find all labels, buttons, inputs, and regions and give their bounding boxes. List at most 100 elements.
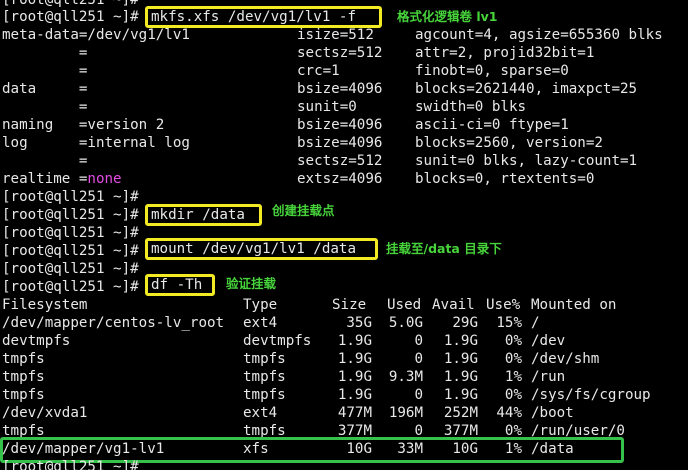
df-used: 0 (414, 387, 423, 403)
df-filesystem: /dev/xvda1 (2, 405, 88, 421)
df-row: devtmpfs devtmpfs 1.9G 0 1.9G 0% /dev (2, 332, 565, 350)
mkfs-param: isize=512 (297, 27, 374, 43)
df-type: ext4 (243, 315, 278, 331)
df-header-usepct: Use% (486, 297, 521, 313)
mkfs-value: blocks=2560, version=2 (415, 135, 603, 151)
mkfs-value: agcount=4, agsize=655360 blks (415, 27, 663, 43)
df-filesystem: tmpfs (2, 369, 45, 385)
df-type: xfs (243, 441, 269, 457)
mkfs-output-line: = crc=1 finobt=0, sparse=0 (2, 62, 569, 80)
df-header-avail: Avail (432, 297, 475, 313)
df-filesystem: tmpfs (2, 351, 45, 367)
prompt: [root@qll251 ~]# (2, 279, 139, 295)
df-mounted-on: /run (531, 369, 566, 385)
terminal-line: [root@qll251 ~]# (2, 278, 139, 296)
df-size: 477M (337, 405, 372, 421)
df-row: tmpfs tmpfs 1.9G 0 1.9G 0% /sys/fs/cgrou… (2, 386, 651, 404)
mkfs-param: bsize=4096 (297, 117, 383, 133)
df-usepct: 44% (496, 405, 522, 421)
mkfs-section: = (2, 45, 88, 61)
df-mounted-on: /sys/fs/cgroup (531, 387, 651, 403)
terminal-line: [root@qll251 ~]# (2, 224, 139, 242)
df-avail: 29G (452, 315, 478, 331)
df-row: tmpfs tmpfs 1.9G 0 1.9G 0% /dev/shm (2, 350, 599, 368)
df-filesystem: tmpfs (2, 387, 45, 403)
mkfs-param: crc=1 (297, 63, 340, 79)
df-used: 5.0G (388, 315, 423, 331)
df-usepct: 15% (496, 315, 522, 331)
prompt: [root@qll251 ~]# (2, 225, 139, 241)
annotation-create-mountpoint: 创建挂载点 (272, 203, 335, 218)
df-type: tmpfs (243, 351, 286, 367)
prompt: [root@qll251 ~]# (2, 459, 139, 470)
mkfs-section: = (2, 153, 88, 169)
terminal-line: [root@qll251 ~]# (2, 260, 139, 278)
terminal-line: [root@qll251 ~]# (2, 188, 139, 206)
df-mounted-on: /dev/shm (531, 351, 600, 367)
df-filesystem: /dev/mapper/vg1-lv1 (2, 441, 165, 457)
df-type: tmpfs (243, 369, 286, 385)
mkfs-param: sectsz=512 (297, 153, 383, 169)
df-row-highlighted: /dev/mapper/vg1-lv1 xfs 10G 33M 10G 1% /… (2, 440, 574, 458)
df-used: 0 (414, 333, 423, 349)
df-avail: 1.9G (443, 387, 478, 403)
mkfs-output-line: naming =version 2 bsize=4096 ascii-ci=0 … (2, 116, 569, 134)
mkfs-param: sunit=0 (297, 99, 357, 115)
mkfs-section: meta-data=/dev/vg1/lv1 (2, 27, 190, 43)
annotation-verify-mount: 验证挂载 (226, 276, 277, 291)
mkfs-section: = (2, 63, 88, 79)
mkfs-output-line: meta-data=/dev/vg1/lv1 isize=512 agcount… (2, 26, 663, 44)
terminal-window[interactable]: [root@qll251 ~]# [root@qll251 ~]# mkfs.x… (0, 0, 688, 470)
df-avail: 1.9G (443, 369, 478, 385)
mkfs-section: = (2, 99, 88, 115)
df-usepct: 1% (504, 441, 522, 457)
df-header: Filesystem Type Size Used Avail Use% Mou… (2, 296, 616, 314)
terminal-line: [root@qll251 ~]# (2, 8, 139, 26)
df-header-type: Type (243, 297, 278, 313)
df-mounted-on: /data (531, 441, 574, 457)
mkfs-section: naming =version 2 (2, 117, 165, 133)
terminal-line: [root@qll251 ~]# (2, 242, 139, 260)
mkfs-section-label: realtime = (2, 171, 88, 187)
mkfs-value: finobt=0, sparse=0 (415, 63, 569, 79)
df-header-filesystem: Filesystem (2, 297, 88, 313)
df-filesystem: devtmpfs (2, 333, 71, 349)
mkfs-output-line: log =internal log bsize=4096 blocks=2560… (2, 134, 603, 152)
df-size: 10G (346, 441, 372, 457)
mkfs-param: extsz=4096 (297, 171, 383, 187)
df-used: 9.3M (388, 369, 423, 385)
df-type: devtmpfs (243, 333, 312, 349)
mkfs-value: blocks=2621440, imaxpct=25 (415, 81, 638, 97)
mkfs-output-line: data = bsize=4096 blocks=2621440, imaxpc… (2, 80, 637, 98)
command-mkfs: mkfs.xfs /dev/vg1/lv1 -f (145, 6, 382, 28)
mkfs-output-line: = sunit=0 swidth=0 blks (2, 98, 526, 116)
df-avail: 252M (443, 405, 478, 421)
prompt: [root@qll251 ~]# (2, 243, 139, 259)
df-size: 1.9G (337, 387, 372, 403)
mkfs-output-line: realtime =none extsz=4096 blocks=0, rtex… (2, 170, 594, 188)
prompt: [root@qll251 ~]# (2, 9, 139, 25)
df-header-mounted-on: Mounted on (531, 297, 617, 313)
df-usepct: 0% (504, 387, 522, 403)
command-df: df -Th (145, 274, 215, 296)
mkfs-param: sectsz=512 (297, 45, 383, 61)
df-mounted-on: /boot (531, 405, 574, 421)
prompt: [root@qll251 ~]# (2, 189, 139, 205)
terminal-line: [root@qll251 ~]# (2, 206, 139, 224)
df-avail: 10G (452, 441, 478, 457)
df-header-used: Used (387, 297, 422, 313)
mkfs-section: log =internal log (2, 135, 190, 151)
df-row: /dev/mapper/centos-lv_root ext4 35G 5.0G… (2, 314, 540, 332)
mkfs-value: blocks=0, rtextents=0 (415, 171, 595, 187)
df-used: 0 (414, 351, 423, 367)
df-usepct: 0% (504, 351, 522, 367)
df-row: /dev/xvda1 ext4 477M 196M 252M 44% /boot (2, 404, 574, 422)
df-header-size: Size (332, 297, 367, 313)
df-usepct: 0% (504, 333, 522, 349)
df-size: 1.9G (337, 333, 372, 349)
mkfs-output-line: = sectsz=512 attr=2, projid32bit=1 (2, 44, 595, 62)
mkfs-param: bsize=4096 (297, 81, 383, 97)
prompt: [root@qll251 ~]# (2, 0, 139, 8)
df-size: 1.9G (337, 351, 372, 367)
annotation-mount-to-data: 挂载至/data 目录下 (386, 241, 502, 256)
